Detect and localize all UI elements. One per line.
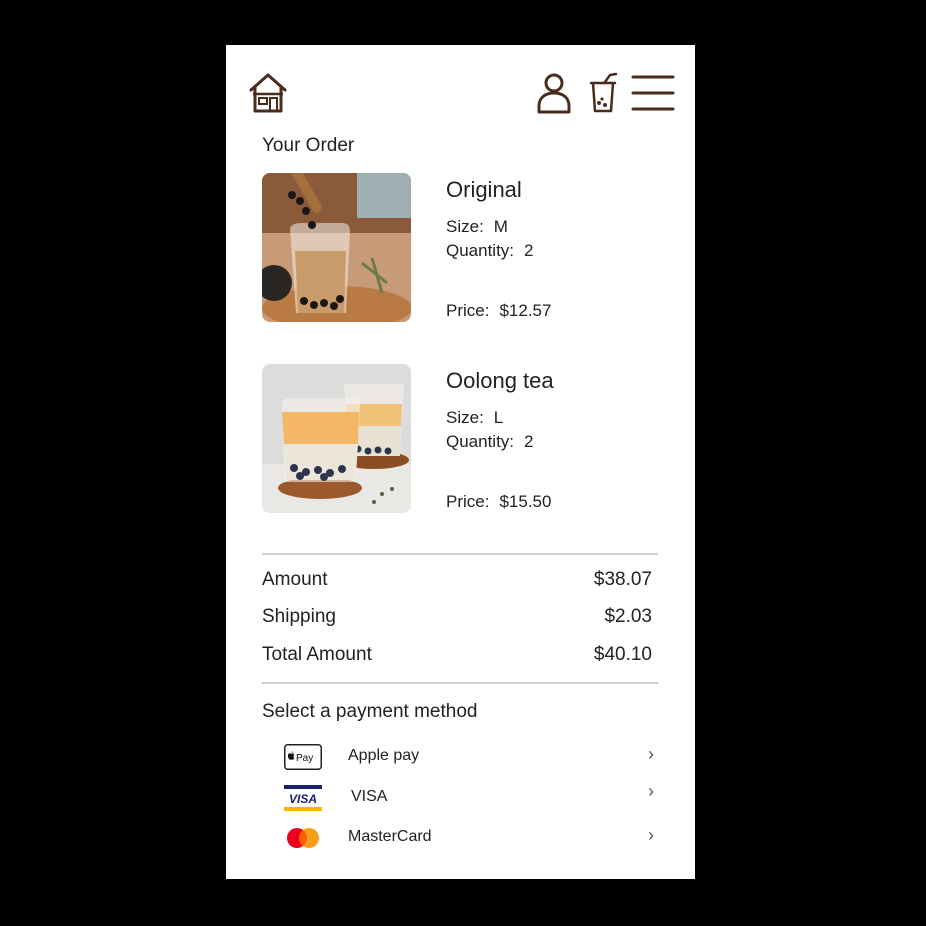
price-value: $15.50: [499, 492, 552, 511]
shipping-label: Shipping: [262, 606, 336, 627]
home-icon[interactable]: [248, 72, 288, 114]
payment-option-mastercard[interactable]: MasterCard ›: [284, 823, 654, 853]
payment-option-visa[interactable]: VISA VISA ›: [284, 781, 654, 813]
item-price: Price: $12.57: [446, 301, 551, 321]
divider: [262, 553, 658, 555]
payment-label: VISA: [351, 788, 388, 805]
mastercard-icon: [287, 828, 319, 848]
svg-text:Pay: Pay: [296, 753, 313, 764]
quantity-value: 2: [524, 241, 534, 260]
amount-value: $38.07: [593, 569, 652, 590]
total-value: $40.10: [593, 644, 652, 665]
chevron-right-icon: ›: [648, 744, 654, 764]
order-title: Your Order: [262, 135, 355, 156]
item-size: Size: L: [446, 408, 503, 428]
visa-icon: VISA: [284, 785, 322, 811]
amount-row: Amount $38.07: [262, 569, 652, 595]
quantity-label: Quantity:: [446, 432, 515, 451]
chevron-right-icon: ›: [648, 825, 654, 845]
divider: [262, 682, 658, 684]
total-label: Total Amount: [262, 644, 372, 665]
svg-text:VISA: VISA: [289, 792, 317, 806]
price-value: $12.57: [499, 301, 552, 320]
item-name: Oolong tea: [446, 368, 554, 393]
size-value: L: [493, 408, 504, 427]
user-icon[interactable]: [536, 72, 572, 114]
amount-label: Amount: [262, 569, 328, 590]
price-label: Price:: [446, 301, 490, 320]
size-value: M: [493, 217, 508, 236]
bubble-tea-cup-icon[interactable]: [588, 72, 618, 114]
hamburger-menu-icon[interactable]: [631, 74, 675, 112]
item-price: Price: $15.50: [446, 492, 551, 512]
chevron-right-icon: ›: [648, 781, 654, 801]
payment-label: Apple pay: [348, 747, 420, 764]
quantity-value: 2: [524, 432, 534, 451]
payment-label: MasterCard: [348, 828, 432, 845]
item-quantity: Quantity: 2: [446, 432, 534, 452]
payment-title: Select a payment method: [262, 701, 478, 722]
quantity-label: Quantity:: [446, 241, 515, 260]
item-quantity: Quantity: 2: [446, 241, 534, 261]
size-label: Size:: [446, 217, 484, 236]
payment-option-apple-pay[interactable]: Pay Apple pay ›: [284, 742, 654, 772]
original-tea-image: [262, 173, 411, 322]
shipping-row: Shipping $2.03: [262, 606, 652, 632]
order-screen: Your Order Original Size: M Quantity: 2 …: [226, 45, 695, 879]
price-label: Price:: [446, 492, 490, 511]
size-label: Size:: [446, 408, 484, 427]
item-size: Size: M: [446, 217, 508, 237]
order-item[interactable]: Original Size: M Quantity: 2 Price: $12.57: [262, 173, 682, 323]
order-item[interactable]: Oolong tea Size: L Quantity: 2 Price: $15.5…: [262, 364, 682, 514]
total-row: Total Amount $40.10: [262, 644, 652, 670]
shipping-value: $2.03: [604, 606, 652, 627]
oolong-tea-image: [262, 364, 411, 513]
item-name: Original: [446, 177, 522, 202]
apple-pay-icon: Pay: [284, 744, 322, 770]
